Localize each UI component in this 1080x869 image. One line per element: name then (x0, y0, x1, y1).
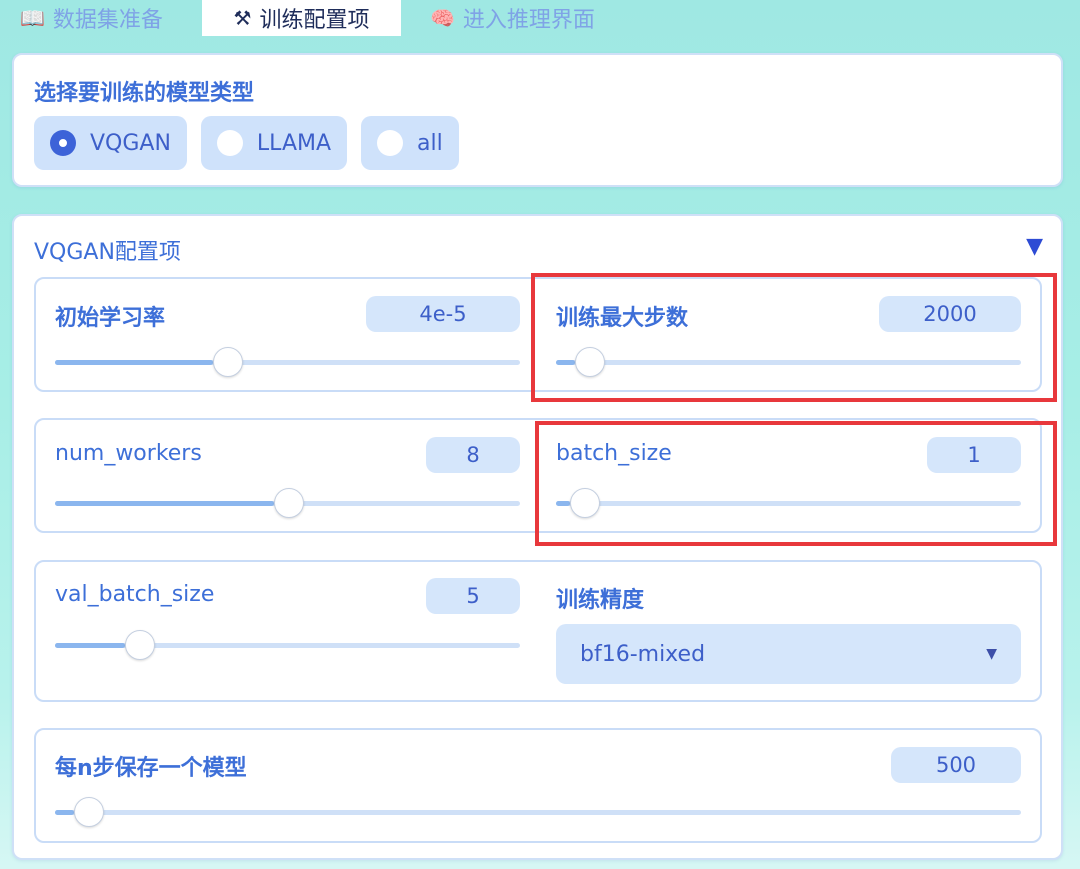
tab-label: 训练配置项 (259, 8, 370, 33)
radio-unchecked-icon (377, 130, 404, 156)
val-batch-size-input[interactable]: 5 (426, 578, 520, 614)
slider-thumb[interactable] (213, 347, 244, 377)
radio-unchecked-icon (216, 130, 243, 156)
tab-training-config[interactable]: ⚒ 训练配置项 (202, 0, 401, 36)
tab-inference[interactable]: 🧠 进入推理界面 (412, 0, 613, 36)
batch-size-label: batch_size (556, 441, 672, 466)
slider-fill (55, 360, 214, 365)
batch-size-slider[interactable] (556, 488, 1021, 518)
batch-size-input[interactable]: 1 (927, 437, 1021, 473)
tab-bar: 📖 数据集准备 ⚒ 训练配置项 🧠 进入推理界面 (0, 0, 1080, 36)
row-save-every (34, 728, 1042, 843)
model-type-radio-group: VQGAN LLAMA all (34, 116, 459, 170)
brain-icon: 🧠 (430, 6, 455, 30)
slider-fill (55, 810, 75, 815)
save-every-input[interactable]: 500 (891, 747, 1021, 783)
tab-label: 数据集准备 (52, 8, 163, 33)
model-type-panel: 选择要训练的模型类型 VQGAN LLAMA all (12, 53, 1063, 187)
vqgan-config-title[interactable]: VQGAN配置项 (34, 234, 181, 266)
radio-label: all (417, 130, 443, 156)
radio-all[interactable]: all (361, 116, 459, 170)
val-batch-size-slider[interactable] (55, 630, 520, 660)
radio-llama[interactable]: LLAMA (200, 116, 348, 170)
learning-rate-input[interactable]: 4e-5 (366, 296, 520, 332)
learning-rate-label: 初始学习率 (55, 306, 166, 331)
radio-label: VQGAN (90, 130, 171, 156)
precision-label: 训练精度 (556, 588, 645, 613)
slider-fill (556, 501, 570, 506)
tools-icon: ⚒ (233, 6, 252, 30)
max-steps-slider[interactable] (556, 347, 1021, 377)
precision-dropdown[interactable]: bf16-mixed ▼ (556, 624, 1021, 684)
slider-fill (55, 501, 274, 506)
slider-thumb[interactable] (569, 488, 600, 518)
max-steps-label: 训练最大步数 (556, 306, 689, 331)
max-steps-input[interactable]: 2000 (879, 296, 1021, 332)
num-workers-slider[interactable] (55, 488, 520, 518)
row-lr-steps (34, 277, 1042, 392)
radio-checked-icon (50, 130, 76, 156)
caret-down-icon: ▼ (986, 646, 997, 662)
tab-dataset-prep[interactable]: 📖 数据集准备 (2, 0, 181, 36)
num-workers-input[interactable]: 8 (426, 437, 520, 473)
tab-label: 进入推理界面 (462, 8, 595, 33)
slider-fill (556, 360, 575, 365)
save-every-slider[interactable] (55, 797, 1021, 827)
slider-thumb[interactable] (124, 630, 155, 660)
book-icon: 📖 (20, 6, 45, 30)
save-every-label: 每n步保存一个模型 (55, 756, 247, 781)
row-workers-batch (34, 418, 1042, 533)
radio-label: LLAMA (256, 130, 332, 156)
precision-value: bf16-mixed (580, 641, 706, 667)
learning-rate-slider[interactable] (55, 347, 520, 377)
radio-vqgan[interactable]: VQGAN (34, 116, 187, 170)
slider-fill (55, 643, 125, 648)
slider-thumb[interactable] (273, 488, 304, 518)
model-type-label: 选择要训练的模型类型 (34, 81, 255, 106)
val-batch-size-label: val_batch_size (55, 582, 215, 607)
slider-thumb[interactable] (574, 347, 605, 377)
num-workers-label: num_workers (55, 441, 202, 466)
collapse-triangle-icon[interactable]: ▼ (1026, 234, 1043, 259)
